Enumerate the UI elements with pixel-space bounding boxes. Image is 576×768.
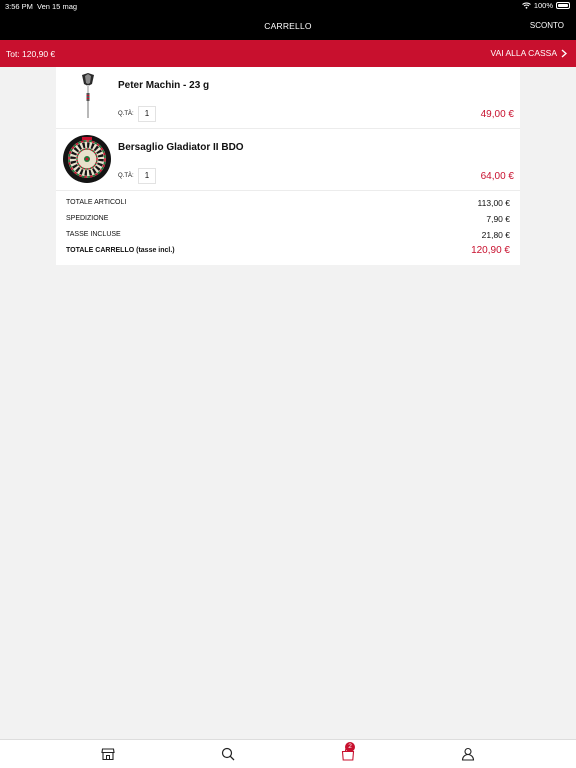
page-title: CARRELLO — [264, 21, 312, 31]
items-total-value: 113,00 € — [477, 198, 510, 208]
checkout-button[interactable]: VAI ALLA CASSA — [491, 48, 567, 58]
cart-card: Peter Machin - 23 g Q.TÀ: 1 49,00 € Bers… — [56, 67, 520, 265]
cart-total-value: 120,90 € — [471, 245, 510, 256]
item-price: 64,00 € — [480, 171, 514, 182]
item-price: 49,00 € — [480, 109, 514, 120]
header: CARRELLO SCONTO — [0, 12, 576, 40]
dart-icon — [62, 72, 112, 122]
cart-summary-bar: Tot: 120,90 € VAI ALLA CASSA — [0, 40, 576, 67]
dartboard-icon — [62, 134, 112, 184]
tab-search[interactable] — [221, 747, 235, 761]
summary-row-shipping: SPEDIZIONE 7,90 € — [56, 213, 520, 227]
status-bar: 3:56 PM Ven 15 mag 100% — [0, 0, 576, 12]
cart-item[interactable]: Bersaglio Gladiator II BDO Q.TÀ: 1 64,00… — [56, 129, 520, 191]
item-name: Bersaglio Gladiator II BDO — [118, 142, 244, 153]
cart-total-label: TOTALE CARRELLO (tasse incl.) — [66, 247, 175, 254]
status-right: 100% — [521, 1, 570, 10]
shipping-label: SPEDIZIONE — [66, 215, 109, 222]
tab-bar: 2 — [0, 739, 576, 768]
battery-percent: 100% — [533, 1, 553, 10]
wifi-icon — [521, 2, 531, 9]
taxes-value: 21,80 € — [481, 230, 510, 240]
user-icon — [461, 747, 475, 761]
store-icon — [101, 748, 115, 761]
qty-input[interactable]: 1 — [138, 168, 156, 184]
summary-row-total: TOTALE CARRELLO (tasse incl.) 120,90 € — [56, 245, 520, 259]
summary-row-items: TOTALE ARTICOLI 113,00 € — [56, 197, 520, 211]
status-date: Ven 15 mag — [37, 2, 78, 11]
tab-store[interactable] — [101, 747, 115, 761]
discount-button[interactable]: SCONTO — [530, 21, 564, 30]
battery-icon — [556, 2, 570, 9]
summary-row-taxes: TASSE INCLUSE 21,80 € — [56, 229, 520, 243]
checkout-label: VAI ALLA CASSA — [490, 48, 557, 58]
status-time: 3:56 PM — [5, 2, 33, 11]
item-name: Peter Machin - 23 g — [118, 80, 210, 91]
tab-account[interactable] — [461, 747, 475, 761]
cart-total-short: Tot: 120,90 € — [6, 49, 56, 59]
qty-label: Q.TÀ: — [118, 111, 134, 117]
taxes-label: TASSE INCLUSE — [66, 231, 121, 238]
chevron-right-icon — [561, 48, 567, 58]
cart-count-badge: 2 — [345, 742, 355, 752]
qty-input[interactable]: 1 — [138, 106, 156, 122]
tab-cart[interactable]: 2 — [341, 742, 355, 761]
items-total-label: TOTALE ARTICOLI — [66, 199, 127, 206]
search-icon — [221, 747, 235, 761]
cart-item[interactable]: Peter Machin - 23 g Q.TÀ: 1 49,00 € — [56, 67, 520, 129]
qty-label: Q.TÀ: — [118, 173, 134, 179]
shipping-value: 7,90 € — [486, 214, 510, 224]
